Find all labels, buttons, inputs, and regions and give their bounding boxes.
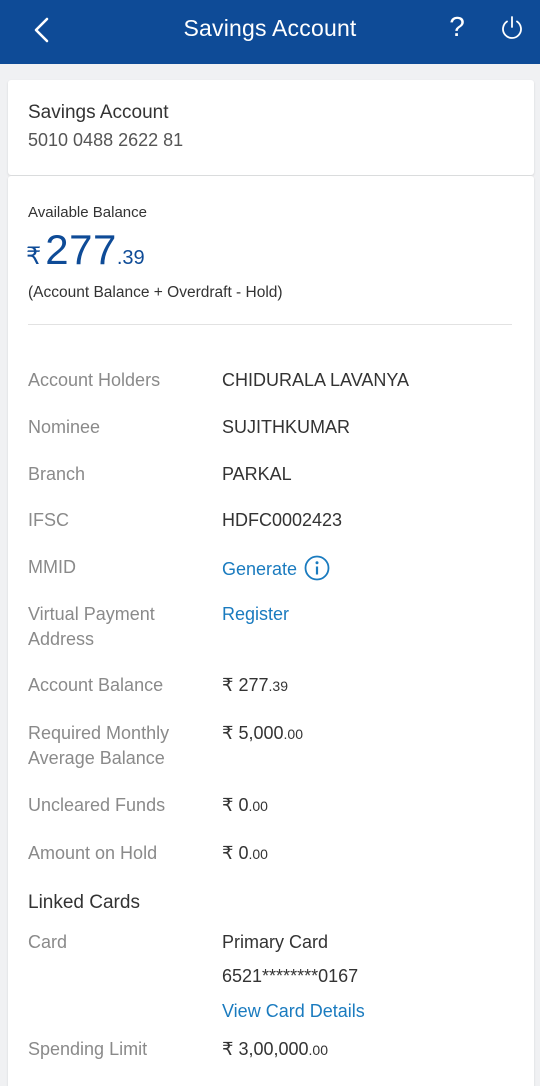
balance-decimal: .39 (116, 247, 145, 269)
linked-cards-heading: Linked Cards (28, 892, 140, 913)
amount-whole: 0 (238, 843, 249, 863)
min-balance-value: ₹ 5,000.00 (222, 721, 303, 747)
detail-label: IFSC (28, 510, 70, 530)
account-details-card: Available Balance ₹ 277 .39 (Account Bal… (8, 176, 534, 1086)
spending-limit-value: ₹ 3,00,000.00 (222, 1037, 328, 1063)
logout-button[interactable] (498, 14, 526, 42)
available-balance-label: Available Balance (28, 204, 147, 221)
amount-cents: .00 (283, 726, 303, 742)
account-summary-card: Savings Account 5010 0488 2622 81 (8, 80, 534, 175)
detail-label: Branch (28, 464, 86, 484)
detail-label: Virtual Payment Address (28, 604, 155, 649)
amount-whole: 0 (238, 795, 249, 815)
detail-label: Amount on Hold (28, 843, 158, 863)
amount-cents: .39 (268, 678, 288, 694)
detail-label: Account Balance (28, 675, 164, 695)
help-button[interactable]: ? (444, 10, 470, 46)
uncleared-value: ₹ 0.00 (222, 793, 268, 819)
account-number: 5010 0488 2622 81 (28, 130, 184, 150)
info-icon[interactable] (304, 555, 330, 581)
detail-label: Required Monthly Average Balance (28, 723, 170, 768)
rupee-symbol: ₹ (222, 675, 234, 695)
detail-label: Card (28, 932, 68, 952)
account-balance-value: ₹ 277.39 (222, 673, 288, 699)
detail-label: Uncleared Funds (28, 795, 166, 815)
detail-label: Account Holders (28, 370, 161, 390)
detail-label: MMID (28, 557, 76, 577)
card-type: Primary Card (222, 932, 329, 952)
rupee-symbol: ₹ (222, 1039, 234, 1059)
detail-value: CHIDURALA LAVANYA (222, 370, 410, 390)
amount-whole: 277 (238, 675, 269, 695)
amount-cents: .00 (308, 1042, 329, 1058)
rupee-symbol: ₹ (222, 795, 234, 815)
power-icon (502, 16, 522, 39)
detail-label: Spending Limit (28, 1039, 148, 1059)
rupee-symbol: ₹ (222, 723, 234, 743)
detail-value: HDFC0002423 (222, 510, 343, 530)
generate-mmid-link[interactable]: Generate (222, 559, 297, 579)
app-bar: Savings Account ? (0, 0, 540, 64)
balance-whole: 277 (45, 226, 117, 273)
available-balance-amount: ₹ 277 .39 (26, 226, 145, 274)
register-vpa-link[interactable]: Register (222, 602, 289, 627)
detail-value: SUJITHKUMAR (222, 417, 351, 437)
amount-cents: .00 (248, 846, 268, 862)
divider (28, 324, 512, 325)
rupee-symbol: ₹ (26, 243, 42, 270)
mmid-value: Generate (222, 555, 330, 582)
amount-cents: .00 (248, 798, 268, 814)
amount-whole: 3,00,000 (238, 1039, 309, 1059)
card-number: 6521********0167 (222, 966, 359, 986)
on-hold-value: ₹ 0.00 (222, 841, 268, 867)
detail-value: PARKAL (222, 464, 292, 484)
amount-whole: 5,000 (238, 723, 284, 743)
balance-note: (Account Balance + Overdraft - Hold) (28, 284, 283, 301)
detail-label: Nominee (28, 417, 101, 437)
view-card-details-link[interactable]: View Card Details (222, 999, 365, 1024)
account-type: Savings Account (28, 102, 169, 123)
rupee-symbol: ₹ (222, 843, 234, 863)
